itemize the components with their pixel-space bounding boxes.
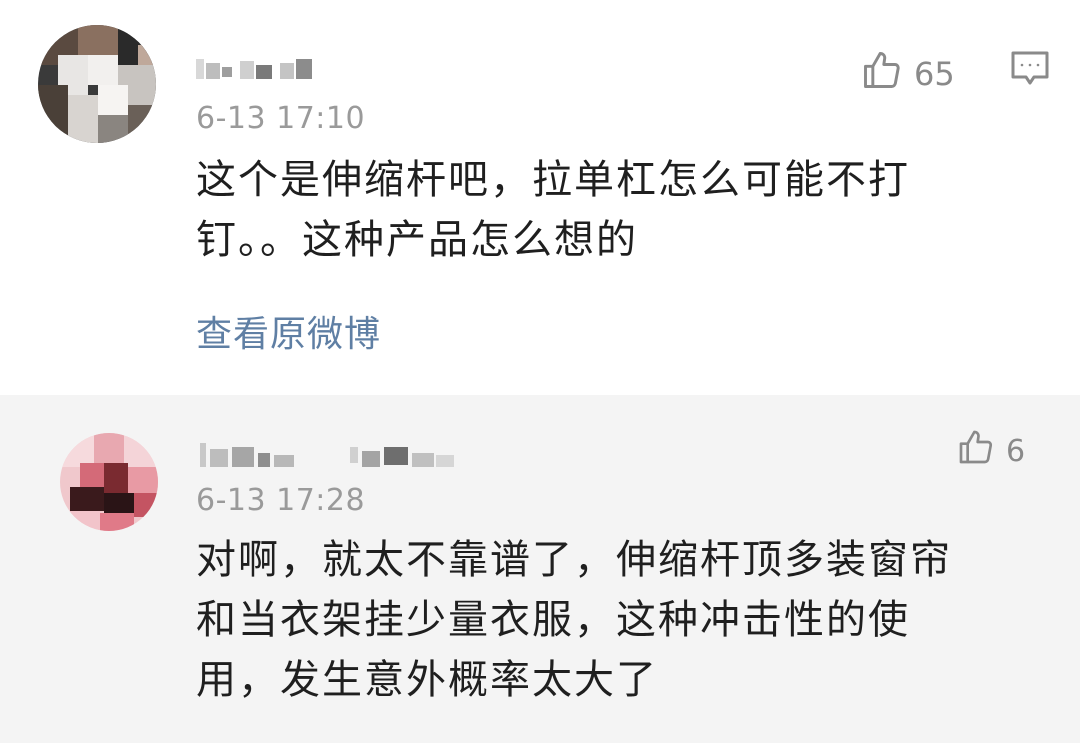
username-blurred[interactable] bbox=[196, 55, 316, 85]
username-blurred[interactable] bbox=[200, 443, 460, 473]
comment-text: 对啊，就太不靠谱了，伸缩杆顶多装窗帘 和当衣架挂少量衣服，这种冲击性的使 用，发… bbox=[196, 530, 1056, 710]
comment-item: 6-13 17:10 65 这个是伸缩杆吧，拉单杠怎么可能不打 钉。。这种产品怎… bbox=[0, 0, 1080, 395]
like-button[interactable]: 6 bbox=[956, 427, 1025, 475]
like-count: 65 bbox=[914, 55, 955, 93]
comment-text-line: 对啊，就太不靠谱了，伸缩杆顶多装窗帘 bbox=[196, 537, 952, 583]
comment-text-line: 和当衣架挂少量衣服，这种冲击性的使 bbox=[196, 597, 910, 643]
comment-text-line: 这个是伸缩杆吧，拉单杠怎么可能不打 bbox=[196, 157, 910, 203]
comment-bubble-icon[interactable] bbox=[1010, 50, 1050, 92]
comment-text-line: 用，发生意外概率太大了 bbox=[196, 657, 658, 703]
comment-item: 6-13 17:28 6 对啊，就太不靠谱了，伸缩杆顶多装窗帘 和当衣架挂少量衣… bbox=[0, 395, 1080, 743]
comment-timestamp: 6-13 17:28 bbox=[196, 483, 366, 518]
comment-timestamp: 6-13 17:10 bbox=[196, 101, 366, 136]
comment-text: 这个是伸缩杆吧，拉单杠怎么可能不打 钉。。这种产品怎么想的 bbox=[196, 150, 1056, 270]
comment-text-line: 钉。。这种产品怎么想的 bbox=[196, 217, 638, 263]
thumbs-up-icon bbox=[956, 427, 996, 475]
avatar[interactable] bbox=[38, 25, 156, 143]
avatar[interactable] bbox=[60, 433, 158, 531]
like-count: 6 bbox=[1006, 433, 1026, 469]
thumbs-up-icon bbox=[860, 48, 904, 100]
view-original-link[interactable]: 查看原微博 bbox=[196, 315, 381, 355]
like-button[interactable]: 65 bbox=[860, 48, 955, 100]
